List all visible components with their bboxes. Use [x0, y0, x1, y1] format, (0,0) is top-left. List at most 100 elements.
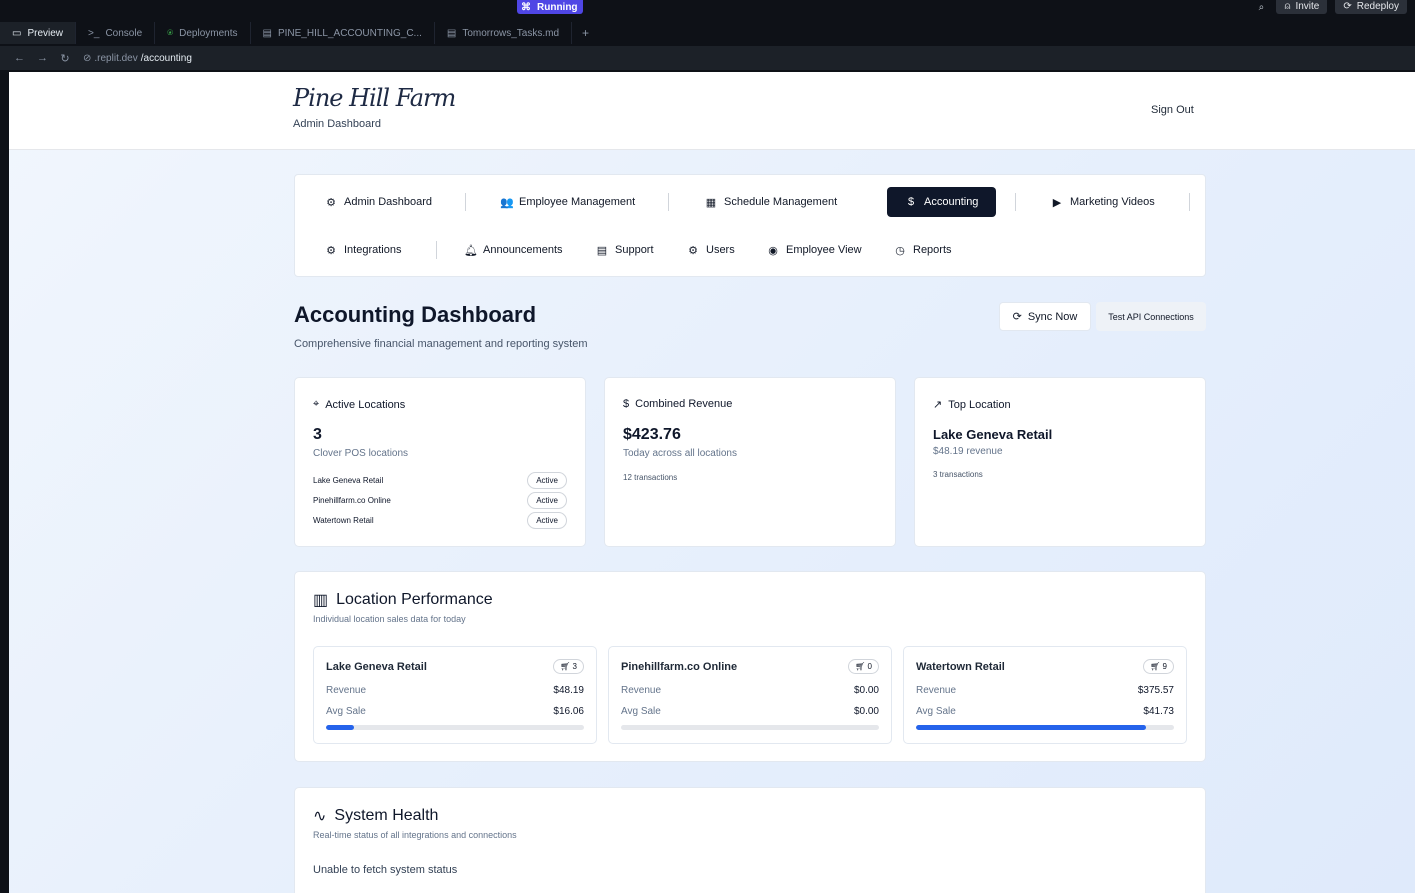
search-icon[interactable]: ⌕: [1254, 0, 1268, 14]
sign-out-button[interactable]: Sign Out: [1151, 104, 1194, 116]
run-status-button[interactable]: ⌘ Running: [517, 0, 583, 14]
calendar-icon: ▦: [705, 196, 717, 209]
nav-divider: [436, 241, 437, 259]
location-caption: Clover POS locations: [313, 448, 409, 459]
nav-marketing-videos[interactable]: ▶ Marketing Videos: [1051, 187, 1155, 217]
nav-integrations[interactable]: ⚙ Integrations: [325, 235, 401, 265]
sync-now-button[interactable]: ⟳ Sync Now: [999, 302, 1091, 331]
tab-deployments[interactable]: ⍟ Deployments: [155, 22, 251, 44]
back-icon[interactable]: ←: [14, 52, 25, 64]
order-count-badge: 🛒︎ 9: [1143, 659, 1174, 674]
users-icon: 👥: [500, 196, 514, 209]
top-location-transactions: 3 transactions: [933, 470, 983, 479]
order-count-badge: 🛒︎ 3: [553, 659, 584, 674]
deployments-icon: ⍟: [167, 27, 174, 39]
revenue-share-bar: [916, 725, 1174, 730]
deploy-icon: ⟳: [1343, 1, 1352, 12]
top-location-card: ↗ Top Location Lake Geneva Retail $48.19…: [914, 377, 1206, 547]
nav-admin-dashboard[interactable]: ⚙ Admin Dashboard: [325, 187, 432, 217]
nav-divider: [465, 193, 466, 211]
site-subtitle: Admin Dashboard: [293, 118, 382, 130]
cart-icon: 🛒︎: [855, 662, 866, 671]
combined-revenue-card: $ Combined Revenue $423.76 Today across …: [604, 377, 896, 547]
monitor-icon: ▭: [12, 27, 22, 39]
location-performance-card: ▥ Location Performance Individual locati…: [294, 571, 1206, 762]
file-icon: ▤: [446, 27, 457, 39]
nav-divider: [668, 193, 669, 211]
run-icon: ⌘: [521, 1, 531, 13]
health-status-message: Unable to fetch system status: [313, 864, 458, 876]
location-row: Lake Geneva Retail Active: [313, 471, 567, 489]
tab-tasks-file[interactable]: ▤ Tomorrows_Tasks.md: [435, 22, 573, 44]
site-header: Pine Hill Farm Admin Dashboard Sign Out: [9, 72, 1415, 150]
trending-up-icon: ↗: [933, 399, 943, 411]
clock-icon: ◷: [895, 244, 905, 257]
site-logo[interactable]: Pine Hill Farm: [293, 84, 456, 112]
video-icon: ▶: [1052, 196, 1062, 209]
cart-icon: 🛒︎: [560, 662, 571, 671]
map-pin-icon: ⌖: [313, 398, 320, 410]
invite-button[interactable]: ⍝ Invite: [1276, 0, 1328, 14]
file-icon: ▤: [262, 27, 272, 39]
redeploy-button[interactable]: ⟳ Redeploy: [1335, 0, 1407, 14]
gear-icon: ⚙: [326, 196, 336, 209]
combined-revenue-amount: $423.76: [623, 426, 681, 443]
tab-preview[interactable]: ▭ Preview: [0, 22, 77, 44]
activity-icon: ∿: [313, 808, 327, 825]
page-subtitle: Comprehensive financial management and r…: [294, 338, 588, 350]
dollar-icon: $: [907, 196, 915, 208]
run-status-label: Running: [537, 1, 578, 13]
nav-support[interactable]: ▤ Support: [596, 235, 654, 265]
dollar-icon: $: [623, 398, 630, 410]
page-title: Accounting Dashboard: [294, 302, 537, 327]
nav-users[interactable]: ⚙ Users: [687, 235, 735, 265]
nav-schedule-management[interactable]: ▦ Schedule Management: [705, 187, 837, 217]
reload-icon[interactable]: ↻: [60, 52, 70, 65]
status-badge: Active: [527, 511, 567, 529]
revenue-caption: Today across all locations: [623, 448, 737, 459]
location-row: Watertown Retail Active: [313, 511, 567, 529]
revenue-share-fill: [326, 725, 355, 730]
eye-icon: ◉: [768, 244, 778, 257]
location-performance-tile: Pinehillfarm.co Online 🛒︎ 0 Revenue $0.00…: [608, 646, 892, 744]
order-count-badge: 🛒︎ 0: [848, 659, 879, 674]
active-locations-card: ⌖ Active Locations 3 Clover POS location…: [294, 377, 586, 547]
url-field[interactable]: ⊘ .replit.dev/accounting: [83, 53, 192, 64]
preview-page: Pine Hill Farm Admin Dashboard Sign Out …: [9, 72, 1415, 893]
gear-icon: ⚙: [688, 244, 698, 257]
location-count: 3: [313, 426, 322, 443]
top-location-revenue: $48.19 revenue: [933, 446, 1003, 457]
location-row: Pinehillfarm.co Online Active: [313, 491, 567, 509]
revenue-share-fill: [916, 725, 1146, 730]
nav-divider: [1189, 193, 1190, 211]
nav-announcements[interactable]: 🔔︎ Announcements: [464, 235, 563, 265]
transaction-count: 12 transactions: [623, 473, 678, 482]
nav-employee-view[interactable]: ◉ Employee View: [767, 235, 861, 265]
workspace-tabs: ▭ Preview >_ Console ⍟ Deployments ▤ PIN…: [0, 22, 1415, 44]
location-performance-tile: Lake Geneva Retail 🛒︎ 3 Revenue $48.19 Av…: [313, 646, 597, 744]
system-health-card: ∿ System Health Real-time status of all …: [294, 787, 1206, 893]
document-icon: ▤: [596, 244, 608, 257]
nav-accounting[interactable]: $ Accounting: [887, 187, 997, 217]
revenue-share-bar: [326, 725, 584, 730]
top-location-name: Lake Geneva Retail: [933, 427, 1053, 442]
forward-icon[interactable]: →: [37, 52, 48, 64]
status-badge: Active: [527, 491, 567, 509]
status-badge: Active: [527, 471, 567, 489]
cart-icon: 🛒︎: [1150, 662, 1161, 671]
gear-icon: ⚙: [326, 244, 336, 257]
link-icon: ⊘: [83, 52, 92, 64]
tab-console[interactable]: >_ Console: [76, 22, 156, 44]
revenue-share-bar: [621, 725, 879, 730]
nav-reports[interactable]: ◷ Reports: [894, 235, 951, 265]
bar-chart-icon: ▥: [313, 592, 329, 609]
replit-topbar: ⌘ Running ⌕ ⍝ Invite ⟳ Redeploy: [0, 0, 1415, 20]
nav-divider: [1015, 193, 1016, 211]
new-tab-button[interactable]: +: [572, 26, 599, 40]
nav-employee-management[interactable]: 👥 Employee Management: [500, 187, 635, 217]
refresh-icon: ⟳: [1012, 311, 1022, 323]
tab-accounting-file[interactable]: ▤ PINE_HILL_ACCOUNTING_C...: [251, 22, 435, 44]
test-api-button[interactable]: Test API Connections: [1096, 302, 1206, 331]
url-bar: ← → ↻ ⊘ .replit.dev/accounting: [0, 46, 1415, 70]
terminal-icon: >_: [88, 27, 100, 39]
